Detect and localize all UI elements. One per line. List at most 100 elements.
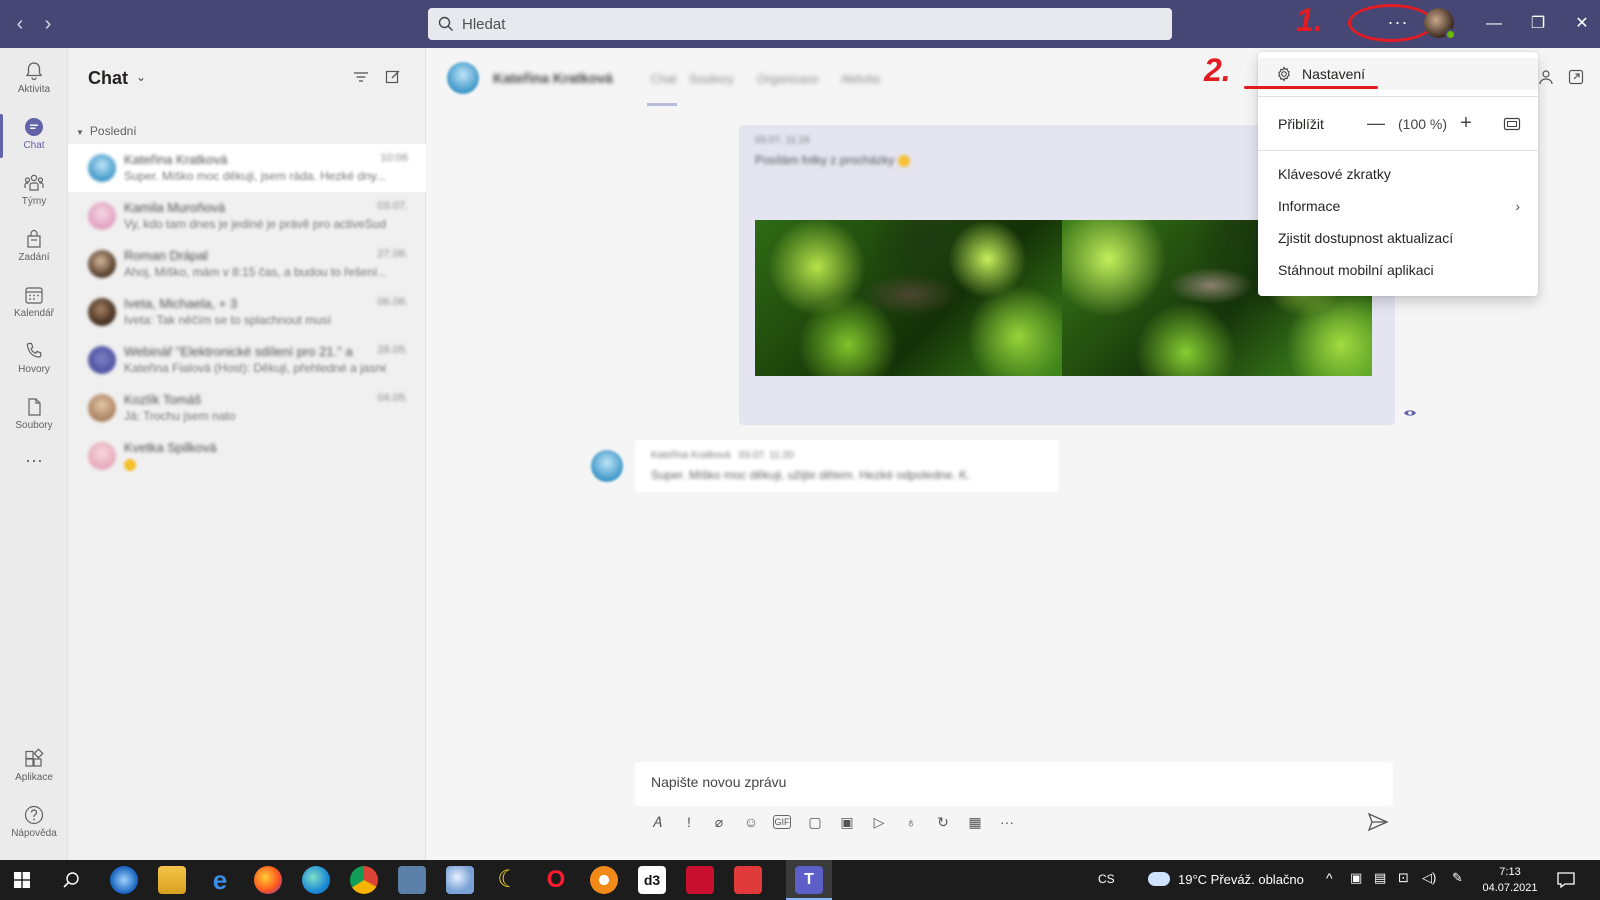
section-recent[interactable]: ▼ Poslední — [76, 124, 137, 138]
tab-activity[interactable]: Aktivita — [841, 72, 880, 86]
zoom-in-button[interactable]: + — [1454, 112, 1478, 136]
attach-icon[interactable]: ⌀ — [709, 812, 729, 832]
volume-icon[interactable]: ◁) — [1422, 870, 1436, 886]
chat-row-preview: Vy, kdo tam dnes je jediné je právě pro … — [124, 217, 386, 231]
chat-row[interactable]: Roman Drápal 27.06. Ahoj, Miško, mám v 8… — [68, 240, 426, 288]
presence-badge — [1445, 29, 1456, 40]
new-chat-icon[interactable] — [384, 68, 402, 86]
chevron-up-icon[interactable]: ^ — [1326, 870, 1333, 886]
rail-label: Zadání — [18, 252, 50, 263]
chat-row[interactable]: Iveta, Michaela, + 3 06.06. Iveta: Tak n… — [68, 288, 426, 336]
emoji-icon — [124, 458, 136, 471]
menu-item-about[interactable]: Informace › — [1258, 190, 1538, 222]
rail-item-files[interactable]: Soubory — [0, 388, 68, 444]
zoom-label: Přiblížit — [1278, 116, 1324, 132]
pen-icon[interactable]: ✎ — [1452, 870, 1463, 886]
menu-item-mobile-app[interactable]: Stáhnout mobilní aplikaci — [1258, 254, 1538, 286]
search-icon[interactable] — [62, 871, 80, 889]
chat-row[interactable]: Kamila Muroňová 03.07. Vy, kdo tam dnes … — [68, 192, 426, 240]
folder-icon[interactable] — [158, 866, 186, 894]
rail-label: Kalendář — [13, 308, 55, 319]
calculator-icon[interactable] — [398, 866, 426, 894]
chat-row-time: 28.05. — [377, 344, 408, 356]
pdf-icon[interactable] — [686, 866, 714, 894]
rail-label: Týmy — [21, 196, 47, 207]
meet-now-icon[interactable]: ▣ — [837, 812, 857, 832]
search-box[interactable] — [428, 8, 1172, 40]
rail-more-button[interactable]: ··· — [0, 450, 68, 471]
priority-icon[interactable]: ! — [679, 812, 699, 832]
sticker-icon[interactable]: ▢ — [805, 812, 825, 832]
chrome-icon[interactable] — [350, 866, 378, 894]
app-icon[interactable]: d3 — [638, 866, 666, 894]
teams-tray-icon[interactable]: ▣ — [1350, 870, 1362, 886]
emoji-icon[interactable]: ☺ — [741, 812, 761, 832]
taskbar-active-app[interactable]: T — [786, 860, 832, 900]
more-options-icon[interactable]: ··· — [997, 812, 1017, 832]
photo-attachment[interactable] — [755, 220, 1065, 376]
message-input[interactable] — [651, 774, 1351, 790]
menu-item-check-updates[interactable]: Zjistit dostupnost aktualizací — [1258, 222, 1538, 254]
rail-label: Soubory — [15, 420, 53, 431]
rail-item-chat[interactable]: Chat — [0, 108, 68, 164]
pdf-editor-icon[interactable] — [734, 866, 762, 894]
chat-row[interactable]: Webinář "Elektronické sdílení pro 21." a… — [68, 336, 426, 384]
ie-icon[interactable]: e — [206, 866, 234, 894]
chat-row[interactable]: Kvetka Spilková — [68, 432, 426, 480]
minimize-button[interactable]: — — [1480, 10, 1508, 38]
rail-item-activity[interactable]: Aktivita — [0, 52, 68, 108]
stream-icon[interactable]: ▷ — [869, 812, 889, 832]
popout-icon[interactable] — [1567, 68, 1585, 86]
approvals-icon[interactable]: ▦ — [965, 812, 985, 832]
fullscreen-icon[interactable] — [1502, 114, 1522, 134]
opera-icon[interactable]: O — [542, 866, 570, 894]
tab-chat[interactable]: Chat — [651, 72, 676, 86]
weather-text[interactable]: 19°C Převáž. oblačno — [1178, 872, 1304, 887]
paint-icon[interactable] — [446, 866, 474, 894]
firefox-icon[interactable] — [254, 866, 282, 894]
format-icon[interactable]: 𝐴 — [647, 812, 667, 832]
app-icon[interactable] — [110, 866, 138, 894]
annotation-underline — [1244, 86, 1378, 89]
close-button[interactable]: ✕ — [1568, 10, 1596, 38]
compose-box[interactable] — [635, 762, 1393, 806]
tab-organization[interactable]: Organizace — [757, 72, 818, 86]
arrow-left-icon[interactable]: ‹ — [8, 12, 32, 36]
clock[interactable]: 7:13 04.07.2021 — [1478, 864, 1542, 896]
menu-divider — [1258, 150, 1538, 151]
rail-item-assignments[interactable]: Zadání — [0, 220, 68, 276]
people-icon[interactable] — [1537, 68, 1555, 86]
praise-icon[interactable]: ♁ — [901, 812, 921, 832]
rail-item-teams[interactable]: Týmy — [0, 164, 68, 220]
conversation-name: Kateřina Kratková — [493, 70, 613, 86]
tab-indicator — [647, 103, 677, 106]
search-input[interactable] — [462, 15, 1142, 33]
rail-item-calendar[interactable]: Kalendář — [0, 276, 68, 332]
rail-item-calls[interactable]: Hovory — [0, 332, 68, 388]
chat-row[interactable]: Kateřina Kratková 10:06 Super. Miško moc… — [68, 144, 426, 192]
tab-files[interactable]: Soubory — [689, 72, 734, 86]
app-icon[interactable] — [590, 866, 618, 894]
rail-item-help[interactable]: Nápověda — [0, 796, 68, 852]
notification-icon[interactable] — [1556, 870, 1576, 890]
windows-start-icon[interactable] — [14, 872, 30, 888]
avatar[interactable] — [1424, 8, 1456, 40]
send-icon[interactable] — [1367, 812, 1389, 832]
rail-item-apps[interactable]: Aplikace — [0, 740, 68, 796]
edge-icon[interactable] — [302, 866, 330, 894]
filter-icon[interactable] — [352, 68, 370, 86]
chevron-down-icon[interactable]: ⌄ — [136, 70, 146, 84]
zoom-out-button[interactable]: — — [1364, 112, 1388, 136]
moon-app-icon[interactable]: ☾ — [494, 866, 522, 894]
message-other[interactable]: Kateřina Kratková 03.07. 11:20 Super. Mi… — [635, 440, 1059, 492]
keyboard-language[interactable]: CS — [1098, 872, 1115, 886]
maximize-button[interactable]: ❐ — [1524, 10, 1552, 38]
loop-icon[interactable]: ↻ — [933, 812, 953, 832]
gif-icon[interactable]: GIF — [773, 815, 791, 829]
settings-more-button[interactable]: ··· — [1380, 10, 1416, 38]
network-icon[interactable]: ⊡ — [1398, 870, 1409, 886]
menu-item-shortcuts[interactable]: Klávesové zkratky — [1258, 158, 1538, 190]
chat-row[interactable]: Kozlík Tomáš 04.05. Já: Trochu jsem nato — [68, 384, 426, 432]
tray-icon[interactable]: ▤ — [1374, 870, 1386, 886]
arrow-right-icon[interactable]: › — [36, 12, 60, 36]
